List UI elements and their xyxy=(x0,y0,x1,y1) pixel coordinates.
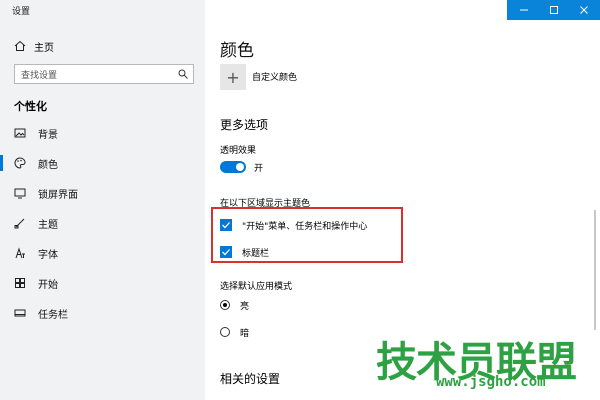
sidebar-item-start[interactable]: 开始 xyxy=(14,275,194,291)
image-icon xyxy=(14,128,26,138)
window-title: 设置 xyxy=(12,7,31,17)
more-options-heading: 更多选项 xyxy=(220,118,269,132)
radio-dark-label: 暗 xyxy=(240,328,250,339)
sidebar-item-themes[interactable]: 主题 xyxy=(14,215,194,231)
toggle-knob xyxy=(236,163,244,171)
sidebar-item-label: 字体 xyxy=(38,249,58,261)
font-icon xyxy=(15,247,25,259)
sidebar-item-taskbar[interactable]: 任务栏 xyxy=(14,305,194,321)
custom-color-button[interactable]: + xyxy=(220,64,246,90)
sidebar-item-label: 任务栏 xyxy=(38,309,68,321)
taskbar-icon xyxy=(14,309,26,317)
radio-light[interactable]: 亮 xyxy=(220,298,249,312)
section-title-personalization: 个性化 xyxy=(14,100,47,113)
brush-icon xyxy=(14,218,25,229)
app-mode-heading: 选择默认应用模式 xyxy=(220,282,293,292)
sidebar-item-label: 主题 xyxy=(38,219,58,231)
home-icon xyxy=(14,40,26,51)
sidebar-item-label: 锁屏界面 xyxy=(38,189,78,201)
transparency-label: 透明效果 xyxy=(220,146,257,156)
page-title: 颜色 xyxy=(220,41,254,61)
search-input[interactable]: 查找设置 xyxy=(14,64,194,84)
sidebar-item-lockscreen[interactable]: 锁屏界面 xyxy=(14,185,194,201)
palette-icon xyxy=(14,157,26,169)
radio-dark[interactable]: 暗 xyxy=(220,325,249,339)
related-settings-heading: 相关的设置 xyxy=(220,372,281,386)
radio-selected-icon[interactable] xyxy=(220,300,230,310)
watermark-url: www.jsgho.com xyxy=(436,374,546,390)
scrollbar[interactable] xyxy=(594,210,596,330)
maximize-icon xyxy=(549,6,558,14)
transparency-toggle[interactable] xyxy=(220,161,246,173)
close-icon xyxy=(579,6,588,14)
highlight-frame xyxy=(211,207,403,263)
sidebar-item-fonts[interactable]: 字体 xyxy=(14,245,194,261)
sidebar-item-label: 颜色 xyxy=(38,159,58,171)
custom-color-label[interactable]: 自定义颜色 xyxy=(252,70,297,83)
radio-unselected-icon[interactable] xyxy=(220,327,230,337)
home-label: 主页 xyxy=(34,42,54,54)
start-icon xyxy=(15,278,25,288)
maximize-button[interactable] xyxy=(539,0,568,20)
sidebar-item-background[interactable]: 背景 xyxy=(14,125,194,141)
minimize-button[interactable] xyxy=(509,0,538,20)
sidebar-item-label: 背景 xyxy=(38,129,58,141)
transparency-state: 开 xyxy=(254,164,264,174)
monitor-icon xyxy=(14,188,26,199)
radio-light-label: 亮 xyxy=(240,301,250,312)
search-icon xyxy=(178,69,188,79)
sidebar-item-color[interactable]: 颜色 xyxy=(0,155,194,171)
sidebar: 设置 主页 查找设置 个性化 背景 颜色 锁屏界面 主题 字体 开始 任务栏 xyxy=(0,0,205,400)
plus-icon: + xyxy=(226,67,240,87)
minimize-icon xyxy=(519,9,528,11)
sidebar-home[interactable]: 主页 xyxy=(14,38,194,54)
close-button[interactable] xyxy=(569,0,598,20)
sidebar-item-label: 开始 xyxy=(38,279,58,291)
search-placeholder: 查找设置 xyxy=(21,70,58,81)
